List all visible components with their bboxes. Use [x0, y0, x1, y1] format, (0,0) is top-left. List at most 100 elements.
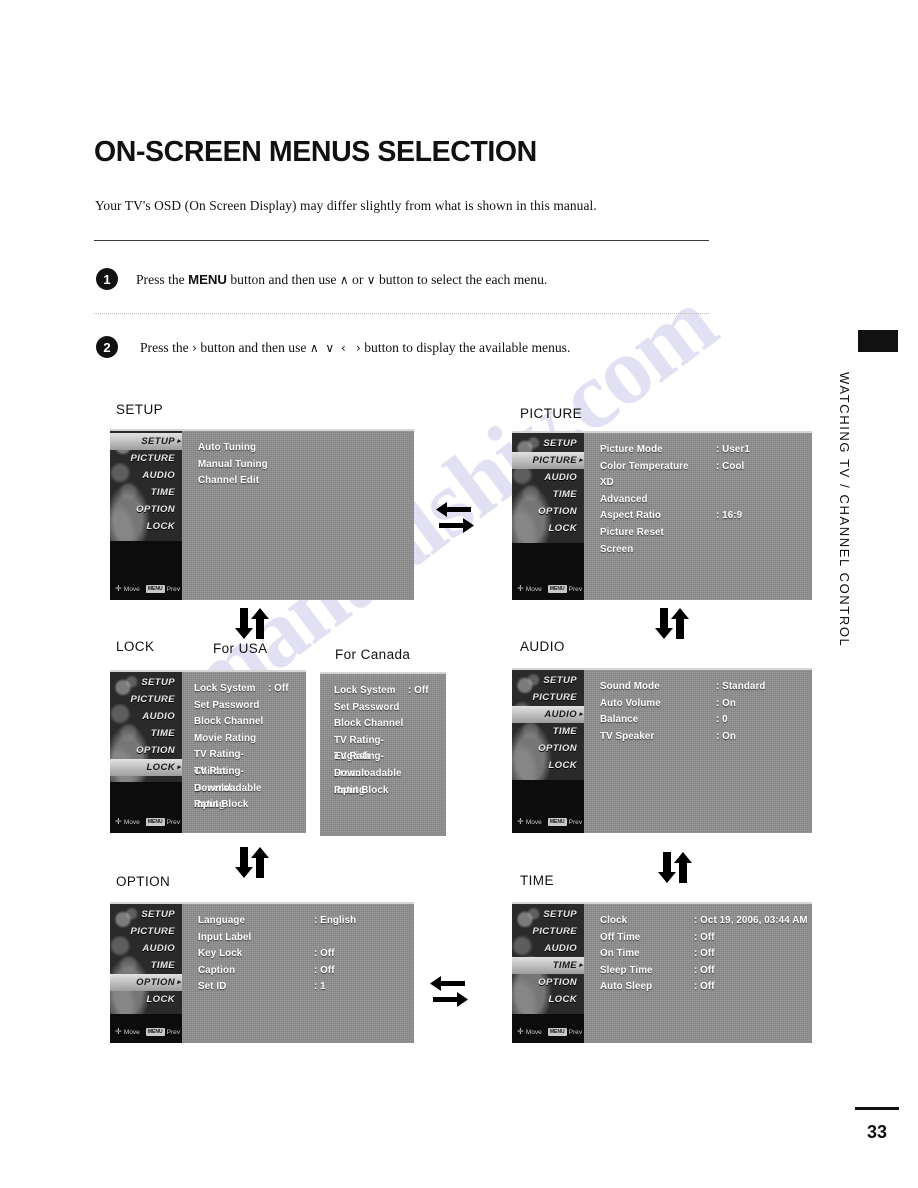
osd-row[interactable]: Color Temperature: Cool [600, 459, 812, 476]
osd-body-lock-usa: Lock System: Off Set Password Block Chan… [182, 672, 306, 833]
osd-row[interactable]: Input Block [194, 797, 306, 814]
sidebar-item-audio[interactable]: AUDIO [110, 708, 182, 725]
down-up-arrows-icon [235, 608, 269, 639]
osd-row[interactable]: Lock System: Off [334, 683, 446, 700]
sidebar-item-time[interactable]: TIME [512, 723, 584, 740]
osd-row[interactable]: TV Rating-English [334, 733, 446, 763]
option-panel-label: OPTION [116, 874, 171, 889]
osd-row-label: Set ID [198, 981, 227, 993]
osd-body-time: Clock: Oct 19, 2006, 03:44 AM Off Time: … [584, 904, 812, 1043]
sidebar-item-setup[interactable]: SETUP [512, 906, 584, 923]
sidebar-item-option[interactable]: OPTION [512, 974, 584, 991]
osd-sidebar-time: SETUP PICTURE AUDIO TIME OPTION LOCK ✛Mo… [512, 904, 584, 1043]
sidebar-item-audio[interactable]: AUDIO [512, 469, 584, 486]
cross-arrows-icon: ✛ [115, 584, 122, 593]
osd-row[interactable]: Block Channel [334, 716, 446, 733]
sidebar-item-setup[interactable]: SETUP [512, 672, 584, 689]
menu-badge-icon: MENU [547, 1028, 567, 1036]
sidebar-item-audio[interactable]: AUDIO [512, 940, 584, 957]
sidebar-item-picture[interactable]: PICTURE [110, 691, 182, 708]
sidebar-item-option[interactable]: OPTION [110, 501, 182, 518]
osd-row[interactable]: Auto Sleep: Off [600, 979, 812, 996]
sidebar-item-picture[interactable]: PICTURE [512, 689, 584, 706]
sidebar-item-setup[interactable]: SETUP [110, 433, 182, 450]
sidebar-item-time[interactable]: TIME [512, 957, 584, 974]
hint-prev-label: Prev [568, 585, 583, 593]
osd-row[interactable]: Sound Mode: Standard [600, 679, 812, 696]
osd-row-label: Input Label [198, 931, 252, 943]
sidebar-item-picture[interactable]: PICTURE [512, 452, 584, 469]
arrows-horizontal-option-time [428, 972, 470, 1012]
step-2-bullet: 2 [96, 336, 118, 358]
osd-row[interactable]: On Time: Off [600, 946, 812, 963]
osd-row[interactable]: TV Speaker: On [600, 729, 812, 746]
osd-row[interactable]: Balance: 0 [600, 712, 812, 729]
osd-row[interactable]: TV Rating-Children [194, 747, 306, 777]
sidebar-item-picture[interactable]: PICTURE [110, 450, 182, 467]
osd-row[interactable]: Key Lock: Off [198, 946, 414, 963]
osd-row[interactable]: Movie Rating [194, 731, 306, 748]
sidebar-item-audio[interactable]: AUDIO [110, 467, 182, 484]
sidebar-item-lock[interactable]: LOCK [512, 520, 584, 537]
sidebar-item-time[interactable]: TIME [110, 484, 182, 501]
sidebar-item-option[interactable]: OPTION [512, 503, 584, 520]
osd-sidebar-lock: SETUP PICTURE AUDIO TIME OPTION LOCK ✛Mo… [110, 672, 182, 833]
osd-row-value: : Standard [716, 681, 766, 692]
osd-row[interactable]: Input Label [198, 930, 414, 947]
arrows-vertical-audio-time [655, 850, 695, 886]
osd-row[interactable]: Caption: Off [198, 963, 414, 980]
time-panel-label: TIME [520, 873, 554, 888]
hint-move: ✛ Move [517, 585, 542, 593]
osd-row[interactable]: Auto Tuning [198, 440, 414, 457]
osd-row[interactable]: TV Rating-French [334, 749, 446, 779]
osd-row[interactable]: XD [600, 475, 812, 492]
osd-sidebar-menu-option: SETUP PICTURE AUDIO TIME OPTION LOCK [110, 904, 182, 1008]
osd-row[interactable]: Set Password [194, 698, 306, 715]
sidebar-item-time[interactable]: TIME [512, 486, 584, 503]
osd-row[interactable]: TV Rating-General [194, 764, 306, 794]
osd-row[interactable]: Lock System: Off [194, 681, 306, 698]
osd-sidebar-menu-picture: SETUP PICTURE AUDIO TIME OPTION LOCK [512, 433, 584, 537]
left-right-arrows-icon [430, 976, 468, 1007]
sidebar-item-option[interactable]: OPTION [110, 742, 182, 759]
osd-row[interactable]: Set ID: 1 [198, 979, 414, 996]
sidebar-item-audio[interactable]: AUDIO [110, 940, 182, 957]
osd-row[interactable]: Clock: Oct 19, 2006, 03:44 AM [600, 913, 812, 930]
sidebar-item-setup[interactable]: SETUP [110, 674, 182, 691]
sidebar-item-lock[interactable]: LOCK [512, 757, 584, 774]
osd-row[interactable]: Input Block [334, 783, 446, 800]
sidebar-item-time[interactable]: TIME [110, 957, 182, 974]
osd-sidebar-menu-setup: SETUP PICTURE AUDIO TIME OPTION LOCK [110, 431, 182, 535]
osd-row[interactable]: Channel Edit [198, 473, 414, 490]
sidebar-item-lock[interactable]: LOCK [110, 759, 182, 776]
down-chevron-icon: ∨ [366, 273, 376, 287]
osd-panel-lock-canada: Lock System: Off Set Password Block Chan… [320, 672, 446, 836]
osd-sidebar-menu-time: SETUP PICTURE AUDIO TIME OPTION LOCK [512, 904, 584, 1008]
sidebar-item-option[interactable]: OPTION [110, 974, 182, 991]
sidebar-item-lock[interactable]: LOCK [512, 991, 584, 1008]
osd-row[interactable]: Manual Tuning [198, 457, 414, 474]
osd-row[interactable]: Block Channel [194, 714, 306, 731]
osd-row[interactable]: Off Time: Off [600, 930, 812, 947]
osd-row[interactable]: Picture Mode: User1 [600, 442, 812, 459]
osd-row[interactable]: Language: English [198, 913, 414, 930]
osd-row[interactable]: Advanced [600, 492, 812, 509]
sidebar-item-picture[interactable]: PICTURE [110, 923, 182, 940]
sidebar-item-picture[interactable]: PICTURE [512, 923, 584, 940]
osd-row[interactable]: Picture Reset [600, 525, 812, 542]
sidebar-item-setup[interactable]: SETUP [512, 435, 584, 452]
osd-hint-bar: ✛ Move MENU Prev [517, 818, 582, 826]
sidebar-item-audio[interactable]: AUDIO [512, 706, 584, 723]
osd-row[interactable]: Screen [600, 542, 812, 559]
sidebar-item-time[interactable]: TIME [110, 725, 182, 742]
osd-row[interactable]: Downloadable Rating [334, 766, 446, 796]
osd-row[interactable]: Set Password [334, 700, 446, 717]
osd-row[interactable]: Sleep Time: Off [600, 963, 812, 980]
sidebar-item-lock[interactable]: LOCK [110, 991, 182, 1008]
osd-row[interactable]: Aspect Ratio: 16:9 [600, 508, 812, 525]
osd-row[interactable]: Downloadable Rating [194, 781, 306, 811]
osd-row[interactable]: Auto Volume: On [600, 696, 812, 713]
sidebar-item-option[interactable]: OPTION [512, 740, 584, 757]
sidebar-item-lock[interactable]: LOCK [110, 518, 182, 535]
sidebar-item-setup[interactable]: SETUP [110, 906, 182, 923]
